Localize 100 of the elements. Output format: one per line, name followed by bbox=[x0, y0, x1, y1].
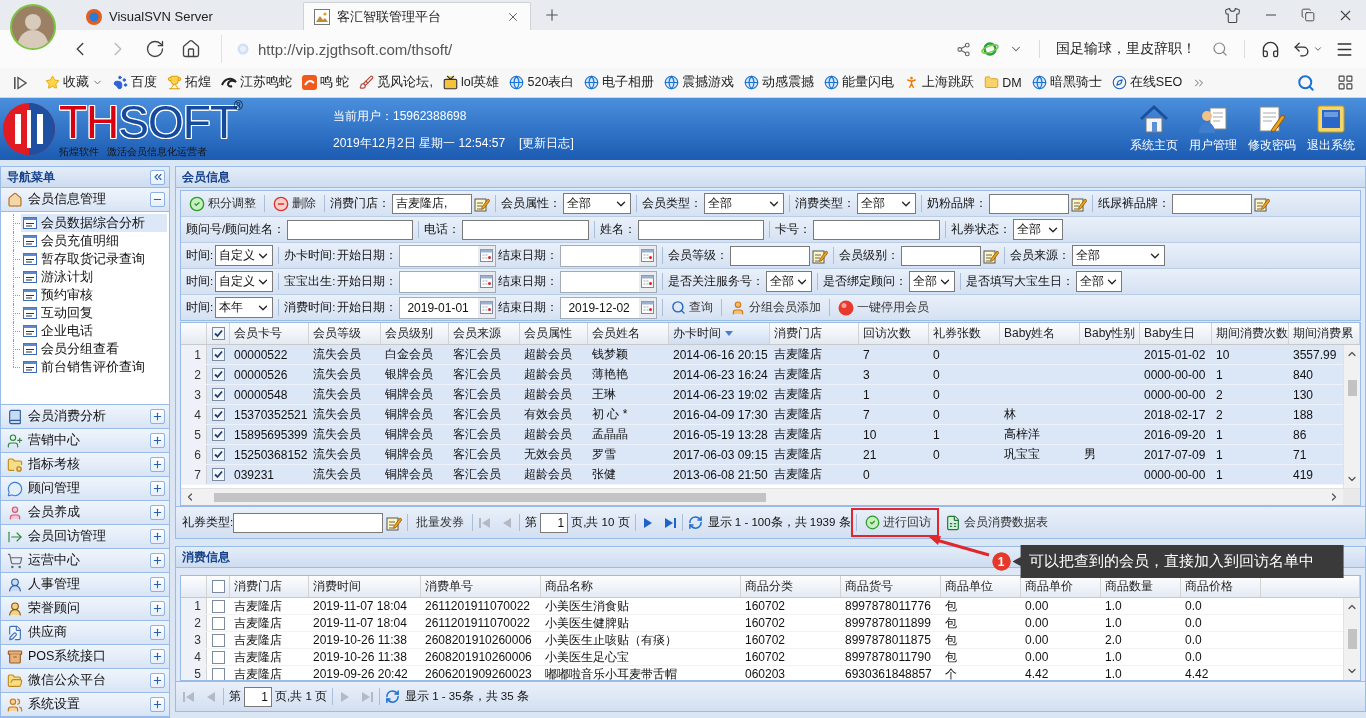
menu-group-label[interactable]: 会员信息管理 bbox=[28, 191, 145, 208]
column-header[interactable]: 会员等级 bbox=[309, 323, 381, 344]
news-link[interactable]: 国足输球，里皮辞职！ bbox=[1056, 40, 1196, 58]
table-row[interactable]: 4 15370352521 流失会员 铜牌会员 客汇会员 有效会员 初 心 * 2016-04-09 17:30 吉麦隆店 7 0 林 2018-02-17 2 188 bbox=[181, 405, 1343, 425]
browser-tab[interactable]: 客汇智联管理平台 bbox=[303, 2, 531, 30]
expand-button[interactable] bbox=[150, 505, 165, 520]
restore-icon[interactable] bbox=[1301, 8, 1315, 22]
column-header[interactable]: 会员级别 bbox=[381, 323, 449, 344]
select-field[interactable]: 自定义 bbox=[215, 271, 274, 292]
date-field[interactable]: 2019-01-01 bbox=[399, 296, 497, 319]
browser-tab[interactable]: VisualSVN Server bbox=[75, 2, 303, 30]
date-field[interactable] bbox=[399, 270, 497, 293]
select-field[interactable]: 全部 bbox=[1076, 271, 1123, 292]
caret-icon[interactable] bbox=[1313, 44, 1323, 54]
menu-group-label[interactable]: 人事管理 bbox=[28, 576, 145, 593]
text-field[interactable] bbox=[233, 512, 384, 533]
row-checkbox[interactable] bbox=[212, 599, 225, 613]
reload-icon[interactable] bbox=[145, 39, 165, 59]
expand-button[interactable] bbox=[150, 433, 165, 448]
table-row[interactable]: 5 15895695399 流失会员 铜牌会员 客汇会员 超龄会员 孟晶晶 2016-05-19 13:28 吉麦隆店 10 1 高梓洋 2016-09-20 1 86 bbox=[181, 425, 1343, 445]
row-checkbox[interactable] bbox=[212, 650, 225, 664]
menu-group-label[interactable]: 指标考核 bbox=[28, 456, 145, 473]
header-nav-button[interactable]: 退出系统 bbox=[1301, 98, 1360, 160]
text-field[interactable] bbox=[462, 219, 590, 240]
bookmark-link[interactable]: 鸣 蛇 bbox=[302, 74, 350, 91]
select-field[interactable]: 全部 bbox=[909, 271, 956, 292]
search-icon[interactable] bbox=[1212, 41, 1228, 57]
bookmark-link[interactable]: 暗黑骑士 bbox=[1031, 74, 1102, 91]
column-header[interactable]: 商品单价 bbox=[1021, 576, 1101, 597]
table-row[interactable]: 3 吉麦隆店 2019-10-26 11:38 2608201910260006 小美医生止咳贴（有痰） 160702 8997878011875 包 0.00 2.0 0.0 bbox=[181, 632, 1343, 649]
pencil-note-icon[interactable] bbox=[1071, 195, 1087, 212]
bookmark-link[interactable]: 拓煌 bbox=[167, 74, 211, 91]
bookmark-link[interactable]: 百度 bbox=[113, 74, 157, 91]
bookmark-link[interactable]: 江苏鸣蛇 bbox=[221, 74, 292, 91]
expand-button[interactable] bbox=[150, 625, 165, 640]
toolbar-button[interactable]: 批量发券 bbox=[413, 513, 468, 532]
pencil-note-icon[interactable] bbox=[386, 514, 403, 531]
page-field[interactable]: 1 bbox=[244, 686, 272, 707]
menu-group-label[interactable]: 会员消费分析 bbox=[28, 408, 145, 425]
calendar-icon[interactable] bbox=[639, 245, 657, 266]
bookmark-link[interactable]: 觅风论坛, bbox=[359, 74, 433, 91]
column-header[interactable]: 商品名称 bbox=[541, 576, 741, 597]
table-row[interactable]: 1 00000522 流失会员 白金会员 客汇会员 超龄会员 钱梦颖 2014-06-16 20:15 吉麦隆店 7 0 2015-01-02 10 3557.99 bbox=[181, 345, 1343, 365]
expand-button[interactable] bbox=[150, 409, 165, 424]
column-header[interactable]: Baby生日 bbox=[1140, 323, 1212, 344]
column-header[interactable]: 会员属性 bbox=[520, 323, 588, 344]
column-header[interactable]: 回访次数 bbox=[859, 323, 929, 344]
menu-group-label[interactable]: 荣誉顾问 bbox=[28, 600, 145, 617]
address-field[interactable]: http://vip.zjgthsoft.com/thsoft/ bbox=[221, 35, 940, 63]
text-field[interactable] bbox=[989, 193, 1069, 214]
row-checkbox[interactable] bbox=[212, 616, 225, 630]
bookmark-link[interactable]: 520表白 bbox=[509, 74, 575, 91]
pencil-note-icon[interactable] bbox=[983, 247, 1000, 264]
expand-button[interactable] bbox=[150, 601, 165, 616]
table-row[interactable]: 6 15250368152 流失会员 铜牌会员 客汇会员 无效会员 罗雪 2017-06-03 09:15 吉麦隆店 21 0 巩宝宝 男 2017-07-09 1 71 bbox=[181, 445, 1343, 465]
text-field[interactable] bbox=[730, 245, 811, 266]
last-page-icon[interactable] bbox=[662, 515, 677, 530]
column-header[interactable]: 消费单号 bbox=[421, 576, 541, 597]
header-nav-button[interactable]: 用户管理 bbox=[1183, 98, 1242, 160]
header-nav-button[interactable]: 系统主页 bbox=[1124, 98, 1183, 160]
select-field[interactable]: 自定义 bbox=[215, 245, 274, 266]
select-field[interactable]: 全部 bbox=[766, 271, 813, 292]
text-field[interactable] bbox=[1172, 193, 1252, 214]
refresh-icon[interactable] bbox=[385, 689, 400, 704]
table-row[interactable]: 2 吉麦隆店 2019-11-07 18:04 2611201911070022 小美医生健脾贴 160702 8997878011899 包 0.00 1.0 0.0 bbox=[181, 615, 1343, 632]
text-field[interactable] bbox=[813, 219, 941, 240]
text-field[interactable]: 吉麦隆店, bbox=[392, 193, 472, 214]
share-icon[interactable] bbox=[956, 41, 971, 57]
header-nav-button[interactable]: 修改密码 bbox=[1242, 98, 1301, 160]
row-checkbox[interactable] bbox=[212, 408, 225, 421]
column-header[interactable]: 商品价格 bbox=[1181, 576, 1261, 597]
toolbar-button[interactable]: 删除 bbox=[270, 193, 319, 214]
toolbar-button[interactable]: 分组会员添加 bbox=[727, 297, 825, 318]
scrollbar-thumb[interactable] bbox=[1347, 629, 1357, 649]
menu-group-label[interactable]: POS系统接口 bbox=[28, 648, 145, 665]
toolbar-button[interactable]: 积分调整 bbox=[186, 193, 259, 214]
bookmark-link[interactable]: 震撼游戏 bbox=[664, 74, 735, 91]
new-tab-icon[interactable] bbox=[543, 6, 561, 24]
bookmark-link[interactable]: 能量闪电 bbox=[824, 74, 895, 91]
table-row[interactable]: 2 00000526 流失会员 银牌会员 客汇会员 超龄会员 薄艳艳 2014-06-23 16:24 吉麦隆店 3 0 0000-00-00 1 840 bbox=[181, 365, 1343, 385]
date-field[interactable]: 2019-12-02 bbox=[560, 296, 658, 319]
refresh-icon[interactable] bbox=[687, 515, 703, 530]
expand-button[interactable] bbox=[150, 457, 165, 472]
menu-group-label[interactable]: 供应商 bbox=[28, 624, 145, 641]
pencil-note-icon[interactable] bbox=[474, 195, 490, 212]
bookmark-link[interactable]: lol英雄 bbox=[442, 74, 500, 91]
page-field[interactable]: 1 bbox=[540, 512, 569, 533]
menu-group-label[interactable]: 营销中心 bbox=[28, 432, 145, 449]
column-header[interactable]: 商品单位 bbox=[941, 576, 1021, 597]
row-checkbox[interactable] bbox=[212, 368, 225, 381]
menu-group-label[interactable]: 系统设置 bbox=[28, 696, 145, 713]
favorites-menu[interactable]: 收藏 bbox=[45, 74, 103, 91]
row-checkbox[interactable] bbox=[212, 633, 225, 647]
bookmark-link[interactable]: 电子相册 bbox=[584, 74, 655, 91]
select-field[interactable]: 全部 bbox=[1013, 219, 1064, 240]
select-field[interactable]: 本年 bbox=[215, 297, 274, 318]
menu-group-label[interactable]: 顾问管理 bbox=[28, 480, 145, 497]
toolbar-button[interactable]: 一键停用会员 bbox=[835, 297, 933, 318]
column-header[interactable]: 会员来源 bbox=[449, 323, 520, 344]
shirt-icon[interactable] bbox=[1224, 6, 1241, 24]
